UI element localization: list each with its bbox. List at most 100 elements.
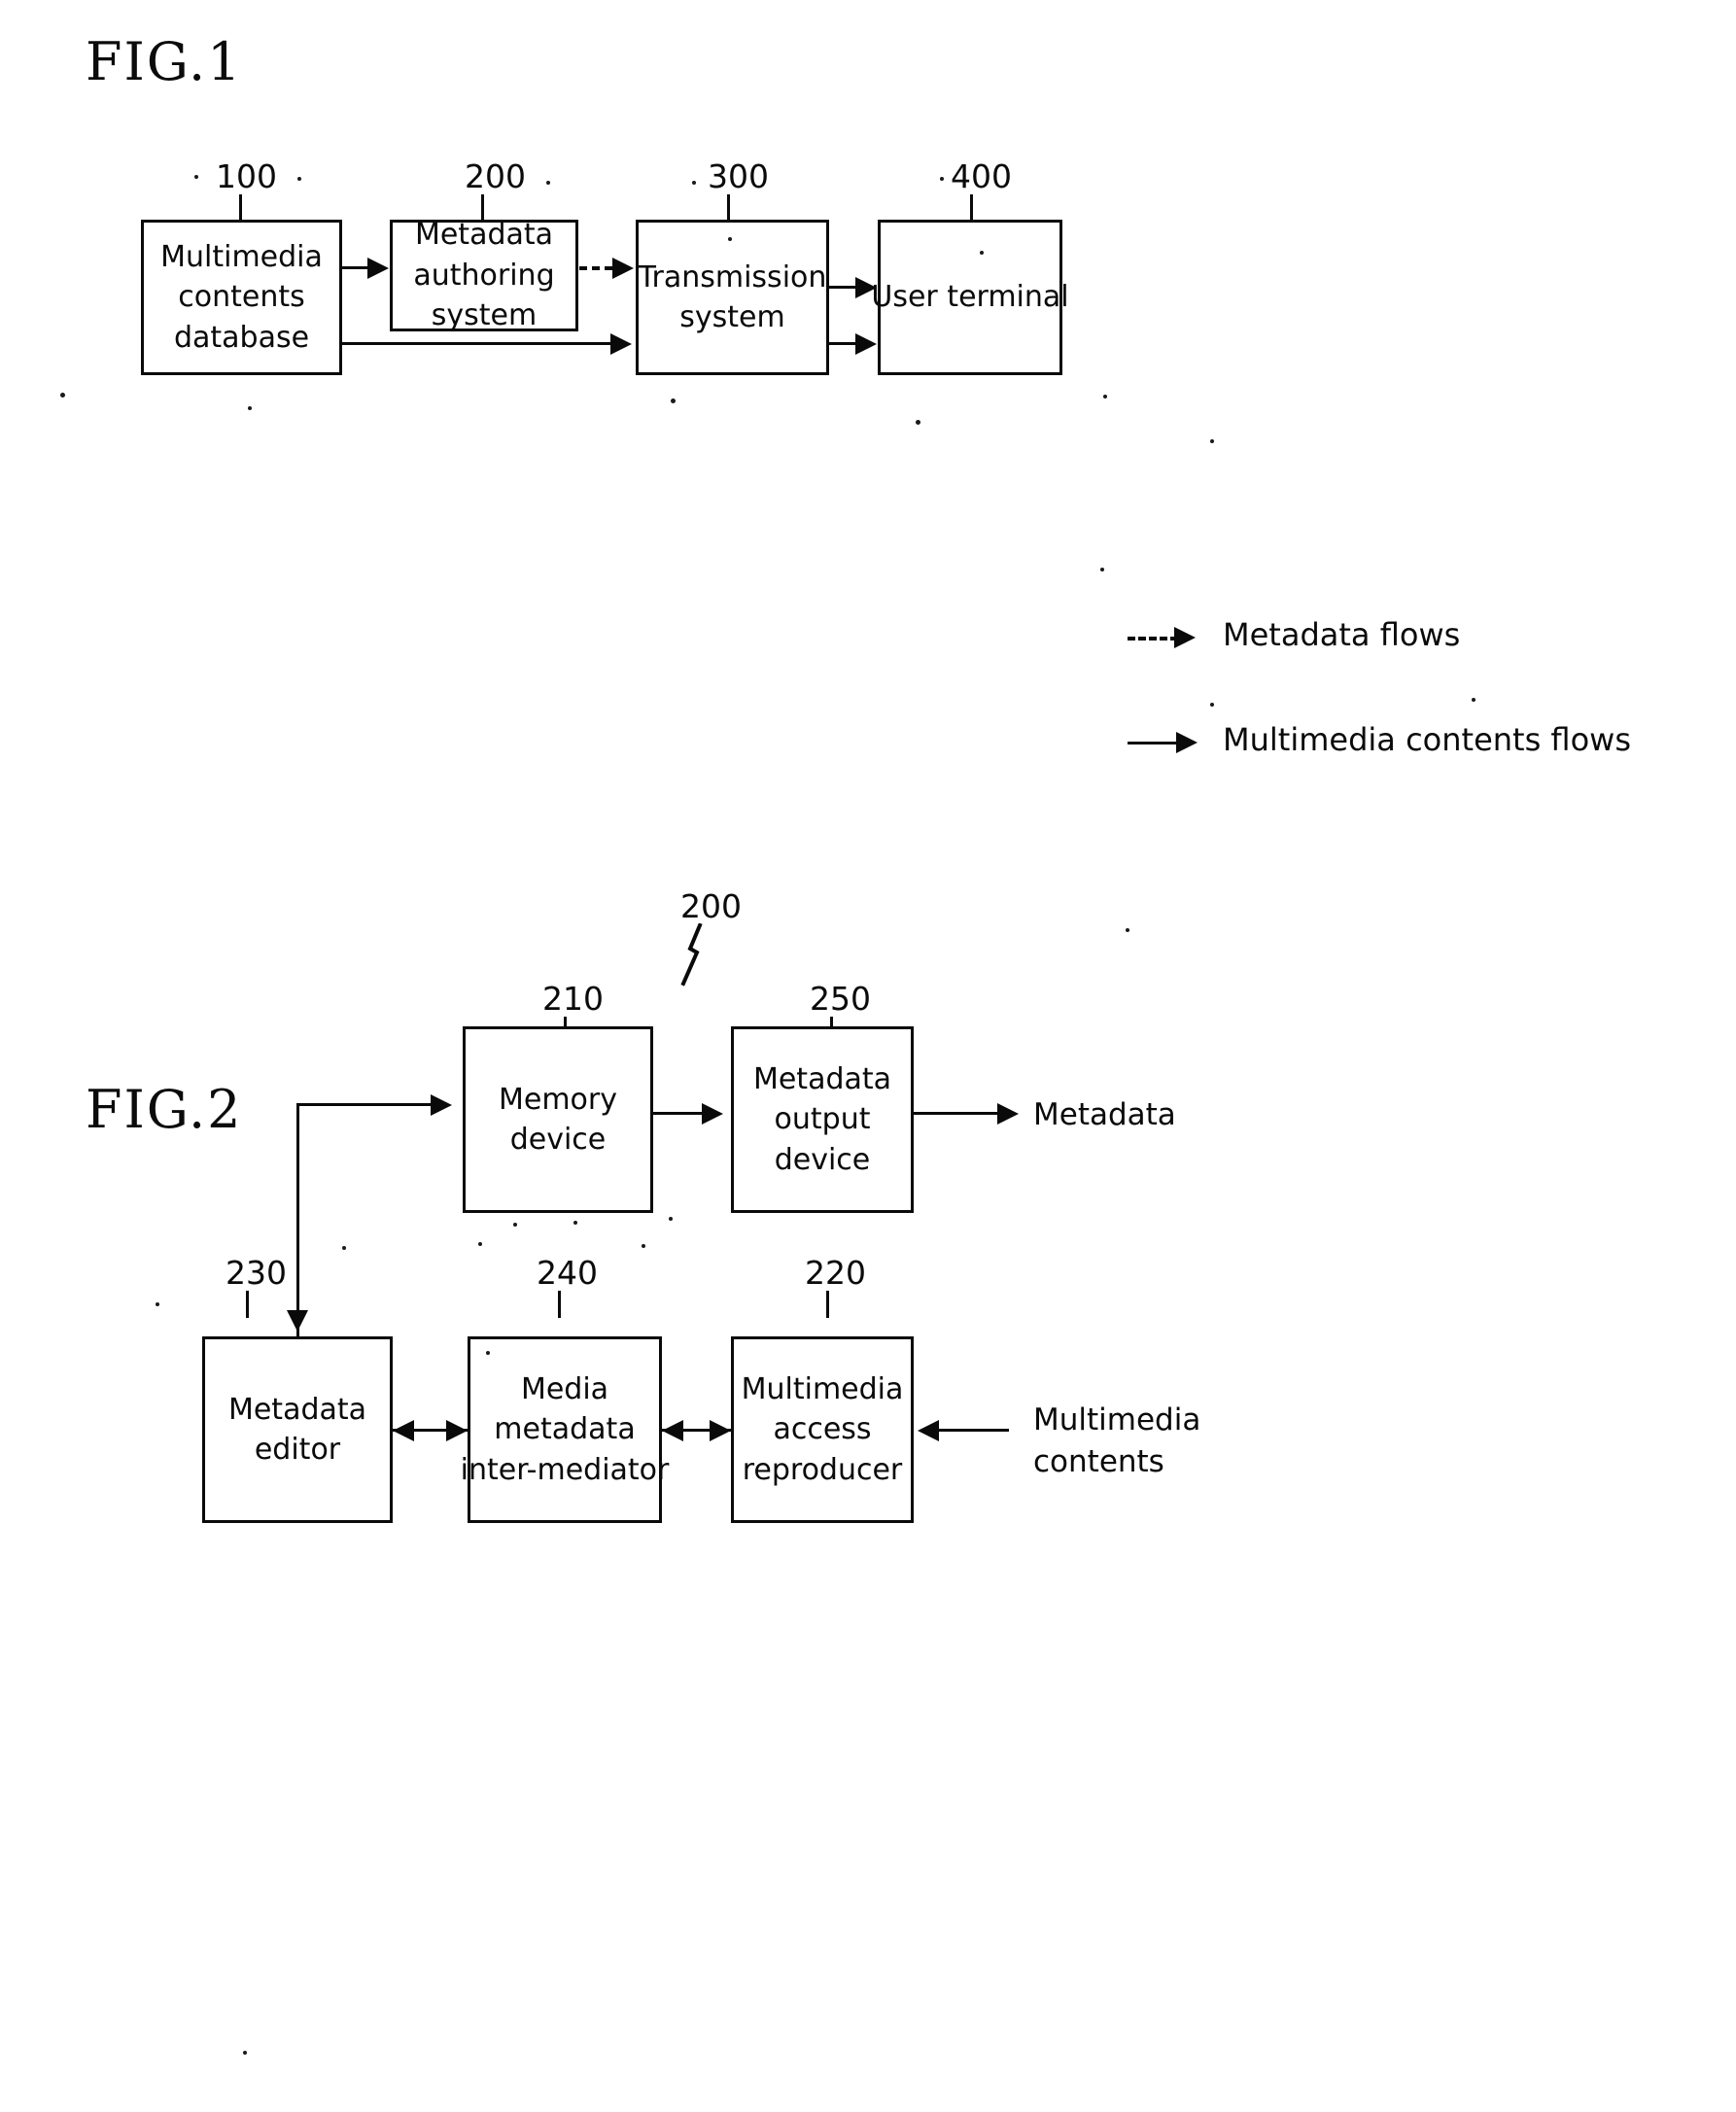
scan-speck — [1472, 698, 1476, 702]
legend-solid-arrow-line — [1128, 742, 1182, 744]
io-label-multimedia-contents: Multimedia contents — [1033, 1400, 1200, 1483]
scan-speck — [573, 1221, 577, 1225]
node-metadata-output-device[interactable]: Metadata output device — [731, 1026, 914, 1213]
scan-speck — [980, 251, 984, 255]
arrowhead-contents-to-reproducer — [918, 1420, 939, 1441]
leader-line-100 — [239, 194, 242, 222]
node-label-line: editor — [254, 1433, 341, 1467]
connector-memory-to-output — [653, 1112, 706, 1115]
connector-db-to-transmission — [342, 342, 612, 345]
connector-editor-to-memory-vertical — [296, 1103, 299, 1336]
arrowhead-transmission-to-terminal-lower — [855, 333, 877, 355]
figure-1-title: FIG.1 — [86, 31, 243, 92]
scan-speck — [342, 1246, 346, 1250]
scan-speck — [546, 181, 550, 185]
scan-speck — [513, 1223, 517, 1227]
node-label-line: inter-mediator — [460, 1452, 670, 1487]
scan-speck — [692, 181, 696, 185]
leader-line-240 — [558, 1291, 561, 1318]
leader-line-230 — [246, 1291, 249, 1318]
node-label-line: Metadata — [227, 1392, 367, 1427]
node-label-line: output — [774, 1102, 871, 1137]
scan-speck — [194, 175, 198, 179]
node-label-line: contents — [178, 280, 305, 315]
node-label-line: Transmission — [638, 260, 827, 294]
arrowhead-mediator-to-editor — [393, 1420, 414, 1441]
scan-speck — [940, 177, 944, 181]
arrowhead-db-to-transmission — [610, 333, 632, 355]
figure-2-title: FIG.2 — [86, 1079, 243, 1140]
node-label-line: system — [431, 298, 538, 333]
scan-speck — [248, 406, 252, 410]
arrowhead-transmission-to-terminal-upper — [855, 277, 877, 298]
node-label-line: Multimedia — [741, 1371, 904, 1406]
connector-contents-to-reproducer — [939, 1429, 1009, 1432]
node-multimedia-contents-database[interactable]: Multimedia contents database — [141, 220, 342, 375]
node-label-line: metadata — [494, 1412, 636, 1447]
node-metadata-editor[interactable]: Metadata editor — [202, 1336, 393, 1523]
leader-line-220 — [826, 1291, 829, 1318]
connector-transmission-to-terminal-upper — [829, 286, 858, 289]
node-label-line: Multimedia — [160, 239, 323, 274]
node-multimedia-access-reproducer[interactable]: Multimedia access reproducer — [731, 1336, 914, 1523]
scan-speck — [1210, 703, 1214, 707]
ref-numeral-240: 240 — [537, 1254, 598, 1292]
leader-line-400 — [970, 194, 973, 222]
connector-transmission-to-terminal-lower — [829, 342, 858, 345]
node-label-line: authoring — [413, 258, 555, 293]
arrowhead-reproducer-to-mediator — [662, 1420, 683, 1441]
io-label-line: Multimedia — [1033, 1402, 1201, 1437]
scan-speck — [297, 177, 301, 181]
scan-speck — [728, 237, 732, 241]
scan-speck — [1126, 928, 1129, 932]
ref-numeral-200: 200 — [465, 157, 526, 195]
scan-speck — [1103, 395, 1107, 398]
node-metadata-authoring-system[interactable]: Metadata authoring system — [390, 218, 578, 332]
ref-numeral-100: 100 — [216, 157, 277, 195]
ref-numeral-220: 220 — [805, 1254, 866, 1292]
node-media-metadata-inter-mediator[interactable]: Media metadata inter-mediator — [461, 1336, 669, 1523]
arrowhead-into-metadata-editor — [287, 1310, 308, 1332]
connector-output-to-metadata-label — [914, 1112, 1001, 1115]
ref-numeral-400: 400 — [951, 157, 1012, 195]
legend-solid-arrowhead — [1176, 732, 1198, 753]
node-transmission-system[interactable]: Transmission system — [636, 220, 829, 375]
io-label-line: contents — [1033, 1443, 1164, 1479]
arrowhead-db-to-authoring — [367, 258, 389, 279]
scan-speck — [60, 393, 65, 398]
node-label-line: reproducer — [742, 1452, 903, 1487]
scan-speck — [1100, 568, 1104, 571]
scan-speck — [156, 1302, 159, 1306]
ref-numeral-300: 300 — [708, 157, 769, 195]
arrowhead-memory-to-output — [702, 1103, 723, 1125]
ref-numeral-system-200: 200 — [680, 887, 742, 925]
legend-dashed-arrowhead — [1174, 627, 1196, 648]
node-label-line: access — [773, 1412, 872, 1447]
node-label-line: device — [509, 1123, 607, 1157]
scan-speck — [642, 1244, 645, 1248]
scan-speck — [916, 420, 920, 425]
legend-dashed-arrow-line — [1128, 637, 1178, 641]
node-label-line: Memory — [498, 1082, 617, 1117]
node-label-line: Metadata — [414, 218, 554, 253]
node-user-terminal[interactable]: User terminal — [871, 220, 1069, 375]
arrowhead-output-to-metadata-label — [997, 1103, 1019, 1125]
arrowhead-into-memory-device — [431, 1094, 452, 1116]
node-label-line: Metadata — [752, 1061, 892, 1096]
scan-speck — [478, 1242, 482, 1246]
scan-speck — [669, 1217, 673, 1221]
connector-editor-to-memory-horizontal — [296, 1103, 433, 1106]
ref-numeral-230: 230 — [226, 1254, 287, 1292]
scan-speck — [243, 2051, 247, 2055]
leader-line-system-200 — [680, 923, 703, 987]
arrowhead-mediator-to-reproducer — [710, 1420, 731, 1441]
scan-speck — [1210, 439, 1214, 443]
leader-line-300 — [727, 194, 730, 222]
node-label-line: Media — [520, 1371, 609, 1406]
arrowhead-authoring-to-transmission — [612, 258, 634, 279]
node-memory-device[interactable]: Memory device — [463, 1026, 653, 1213]
connector-authoring-to-transmission — [579, 266, 612, 270]
arrowhead-editor-to-mediator — [446, 1420, 468, 1441]
io-label-metadata: Metadata — [1033, 1097, 1176, 1132]
ref-numeral-210: 210 — [542, 980, 604, 1018]
